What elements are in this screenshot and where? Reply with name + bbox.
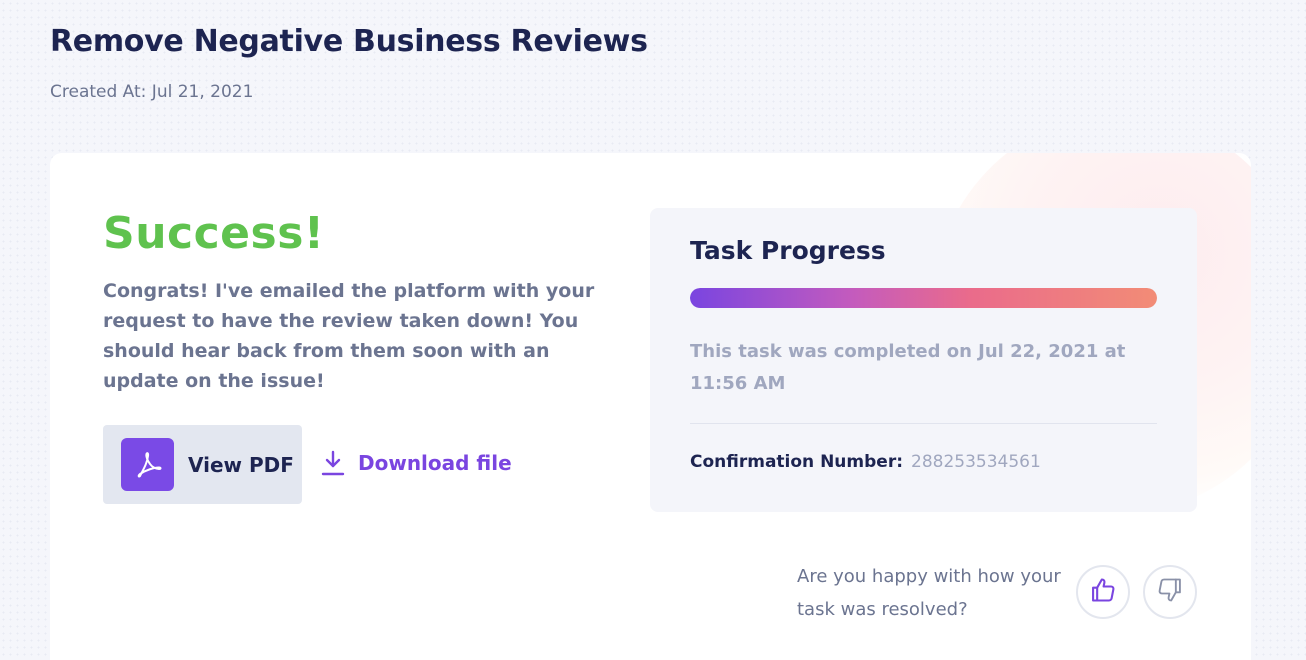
completed-text: This task was completed on Jul 22, 2021 …: [690, 341, 1126, 394]
success-message: Congrats! I've emailed the platform with…: [103, 280, 595, 392]
progress-bar: [690, 288, 1157, 308]
confirmation-label: Confirmation Number:: [690, 452, 904, 472]
confirmation-value: 288253534561: [911, 452, 1041, 472]
download-file-label: Download file: [358, 451, 512, 475]
download-file-link[interactable]: Download file: [320, 449, 512, 477]
divider: [690, 423, 1157, 424]
thumbs-up-button[interactable]: [1076, 565, 1130, 619]
pdf-icon: [121, 438, 174, 491]
progress-bar-fill: [690, 288, 1157, 308]
download-icon: [320, 449, 346, 477]
task-progress-title: Task Progress: [690, 236, 886, 265]
view-pdf-button[interactable]: View PDF: [103, 425, 302, 504]
task-progress-panel: Task Progress This task was completed on…: [650, 208, 1197, 512]
created-at: Created At: Jul 21, 2021: [50, 82, 254, 102]
view-pdf-label: View PDF: [188, 452, 294, 477]
feedback-question: Are you happy with how your task was res…: [797, 566, 1061, 620]
success-title: Success!: [103, 208, 325, 259]
page-title: Remove Negative Business Reviews: [50, 24, 648, 59]
thumbs-down-button[interactable]: [1143, 565, 1197, 619]
thumbs-up-icon: [1089, 576, 1117, 608]
thumbs-down-icon: [1156, 576, 1184, 608]
task-result-card: Success! Congrats! I've emailed the plat…: [50, 153, 1251, 660]
confirmation-number: Confirmation Number: 288253534561: [690, 452, 1041, 472]
